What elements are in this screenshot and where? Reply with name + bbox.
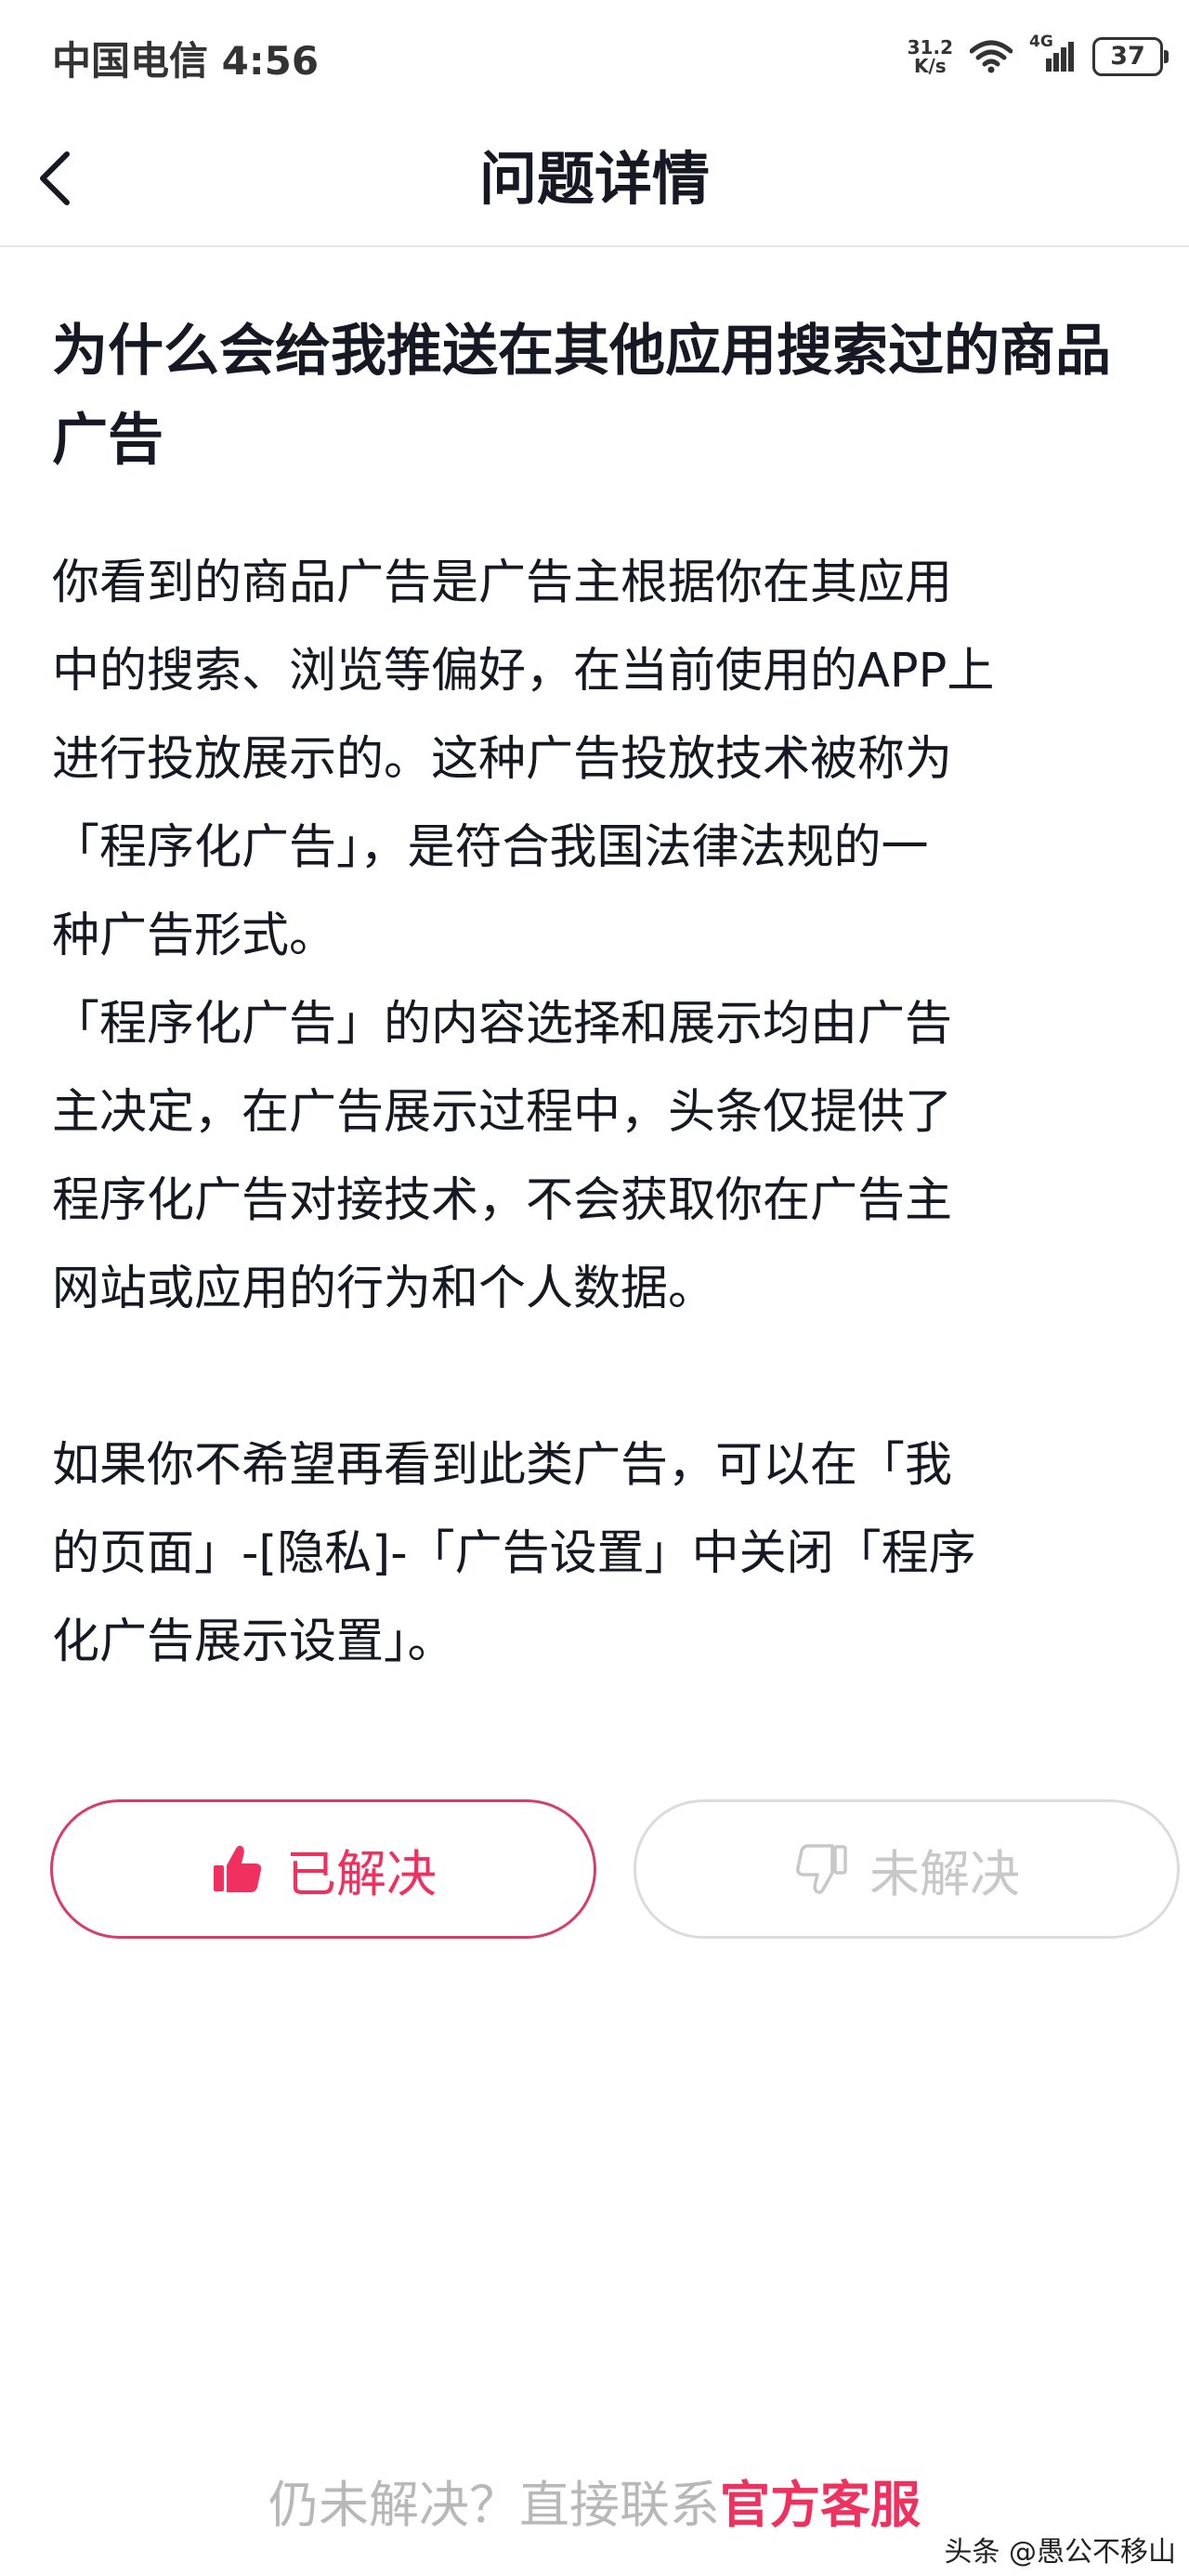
cellular-signal: 4G (1029, 33, 1076, 73)
page-title: 问题详情 (478, 145, 710, 213)
answer-body: 你看到的商品广告是广告主根据你在其应用 中的搜索、浏览等偏好，在当前使用的APP… (52, 539, 1148, 1686)
carrier-name: 中国电信 (52, 38, 209, 84)
status-bar: 中国电信 4:56 31.2 K/s 4G 37 (0, 0, 1189, 111)
answer-paragraph: 如果你不希望再看到此类广告，可以在「我 的页面」-[隐私]-「广告设置」中关闭「… (52, 1438, 976, 1669)
network-speed-unit: K/s (913, 55, 947, 77)
network-speed: 31.2 K/s (908, 38, 953, 75)
clock: 4:56 (221, 38, 320, 84)
answer-paragraph: 「程序化广告」的内容选择和展示均由广告 主决定，在广告展示过程中，头条仅提供了 … (52, 997, 953, 1316)
thumbs-up-icon (214, 1845, 262, 1892)
status-right: 31.2 K/s 4G 37 (908, 33, 1169, 80)
battery-indicator: 37 (1092, 37, 1169, 76)
thumbs-down-icon (796, 1844, 847, 1894)
solved-label: 已解决 (286, 1844, 437, 1903)
solved-button[interactable]: 已解决 (50, 1799, 596, 1939)
nav-bar: 问题详情 (0, 111, 1189, 247)
network-speed-value: 31.2 (907, 36, 953, 59)
unsolved-button[interactable]: 未解决 (634, 1799, 1180, 1939)
watermark: 头条 @愚公不移山 (944, 2536, 1176, 2569)
status-left: 中国电信 4:56 (52, 30, 319, 86)
wifi-icon (970, 40, 1013, 73)
answer-paragraph: 你看到的商品广告是广告主根据你在其应用 中的搜索、浏览等偏好，在当前使用的APP… (52, 556, 995, 963)
unsolved-label: 未解决 (869, 1844, 1020, 1903)
network-type: 4G (1029, 33, 1053, 51)
question-title: 为什么会给我推送在其他应用搜索过的商品广告 (52, 319, 1111, 473)
footer-prompt: 仍未解决？直接联系 (268, 2476, 720, 2534)
official-support-link[interactable]: 官方客服 (720, 2476, 921, 2534)
